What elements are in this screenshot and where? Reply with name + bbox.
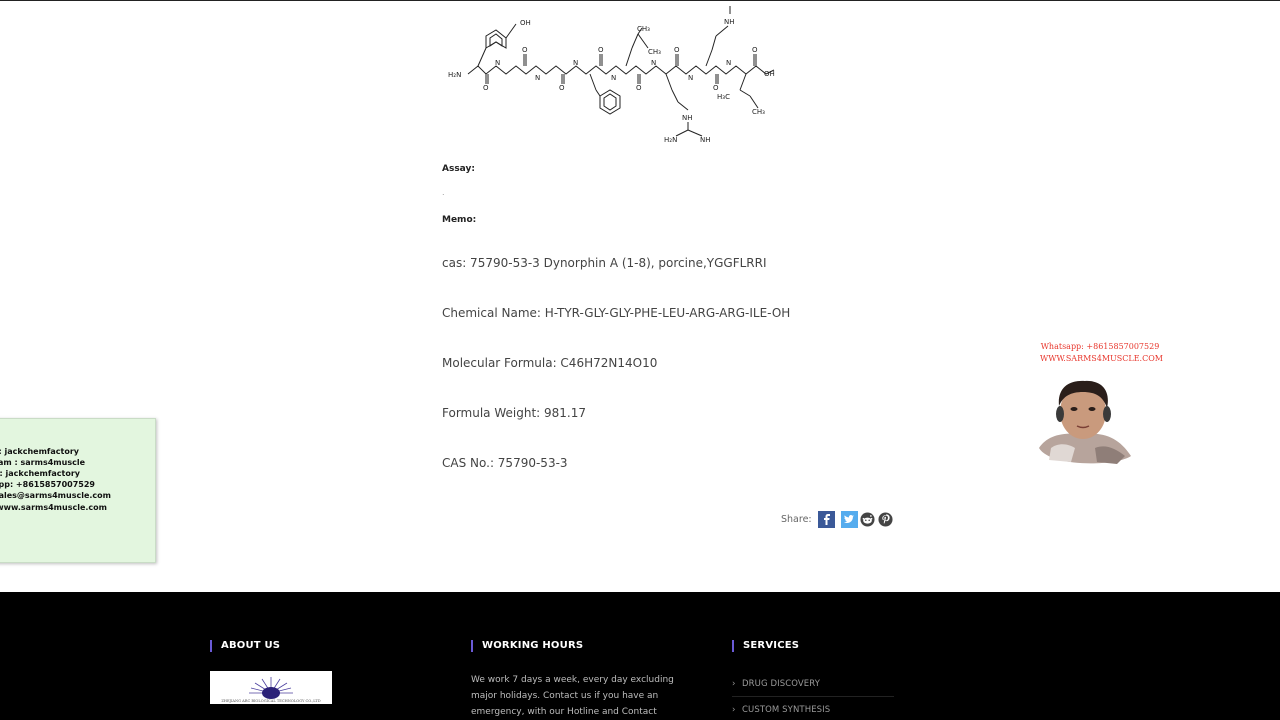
share-label: Share: — [781, 514, 812, 525]
contact-line: //www.sarms4muscle.com — [0, 503, 107, 512]
service-link-drug-discovery[interactable]: › DRUG DISCOVERY — [732, 679, 820, 689]
footer-services-title: SERVICES — [732, 640, 799, 652]
structure-atom-label: NH — [700, 136, 711, 144]
assay-value: . — [442, 188, 445, 197]
structure-atom-label: N — [495, 59, 500, 67]
contact-line: r : jackchemfactory — [0, 447, 79, 456]
structure-atom-label: CH₃ — [648, 48, 661, 56]
structure-atom-label: OH — [764, 70, 775, 78]
structure-atom-label: N — [726, 59, 731, 67]
structure-atom-label: N — [651, 59, 656, 67]
facebook-icon[interactable] — [817, 511, 835, 528]
structure-atom-label: O — [522, 46, 528, 54]
watermark-whatsapp: Whatsapp: +8615857007529 — [1040, 342, 1160, 351]
pinterest-icon[interactable] — [878, 512, 894, 528]
company-logo[interactable]: ZHEJIANG ARC BIOLOGICAL TECHNOLOGY CO.,L… — [210, 671, 332, 704]
structure-atom-label: H₃C — [717, 93, 730, 101]
footer-about-title: ABOUT US — [210, 640, 280, 652]
structure-atom-label: O — [559, 84, 565, 92]
share-bar: Share: — [781, 511, 896, 528]
presenter-avatar — [1032, 378, 1132, 466]
site-footer: ABOUT US ZHEJIANG ARC BIOLOGICAL TECHNOL… — [0, 592, 1280, 720]
molecular-formula: Molecular Formula: C46H72N14O10 — [442, 356, 658, 370]
structure-atom-label: O — [713, 84, 719, 92]
formula-weight: Formula Weight: 981.17 — [442, 406, 586, 420]
footer-hours-title: WORKING HOURS — [471, 640, 583, 652]
reddit-icon[interactable] — [860, 512, 876, 528]
contact-line: e : jackchemfactory — [0, 469, 80, 478]
structure-atom-label: OH — [520, 19, 531, 27]
structure-atom-label: O — [483, 84, 489, 92]
cas-number: CAS No.: 75790-53-3 — [442, 456, 568, 470]
contact-line: gram : sarms4muscle — [0, 458, 85, 467]
logo-caption: ZHEJIANG ARC BIOLOGICAL TECHNOLOGY CO.,L… — [221, 699, 321, 703]
working-hours-text: We work 7 days a week, every day excludi… — [471, 675, 674, 717]
divider — [732, 696, 894, 697]
structure-atom-label: N — [535, 74, 540, 82]
cas-description: cas: 75790-53-3 Dynorphin A (1-8), porci… — [442, 256, 767, 270]
contact-info-box: r : jackchemfactory gram : sarms4muscle … — [0, 418, 156, 563]
structure-atom-label: N — [688, 74, 693, 82]
contact-line: tsapp: +8615857007529 — [0, 480, 95, 489]
structure-atom-label: NH — [724, 18, 735, 26]
assay-label: Assay: — [442, 164, 475, 174]
memo-label: Memo: — [442, 215, 477, 225]
chevron-right-icon: › — [732, 679, 736, 689]
structure-atom-label: O — [674, 46, 680, 54]
structure-atom-label: CH₃ — [752, 108, 765, 116]
contact-line: il: sales@sarms4muscle.com — [0, 491, 111, 500]
twitter-icon[interactable] — [840, 511, 858, 528]
structure-atom-label: H₂N — [664, 136, 677, 144]
chemical-structure-image: OH H₂N N N N N N N N O O O O O O O O CH₃… — [448, 6, 775, 144]
structure-atom-label: O — [752, 46, 758, 54]
watermark-website: WWW.SARMS4MUSCLE.COM — [1040, 354, 1163, 363]
structure-atom-label: N — [611, 74, 616, 82]
structure-atom-label: O — [598, 46, 604, 54]
structure-atom-label: H₂N — [448, 71, 461, 79]
service-label: CUSTOM SYNTHESIS — [742, 705, 831, 715]
service-link-custom-synthesis[interactable]: › CUSTOM SYNTHESIS — [732, 705, 830, 715]
structure-atom-label: CH₃ — [637, 25, 650, 33]
chevron-right-icon: › — [732, 705, 736, 715]
structure-atom-label: N — [573, 59, 578, 67]
structure-atom-label: O — [636, 84, 642, 92]
service-label: DRUG DISCOVERY — [742, 679, 821, 689]
structure-atom-label: NH — [682, 114, 693, 122]
chemical-name: Chemical Name: H-TYR-GLY-GLY-PHE-LEU-ARG… — [442, 306, 791, 320]
